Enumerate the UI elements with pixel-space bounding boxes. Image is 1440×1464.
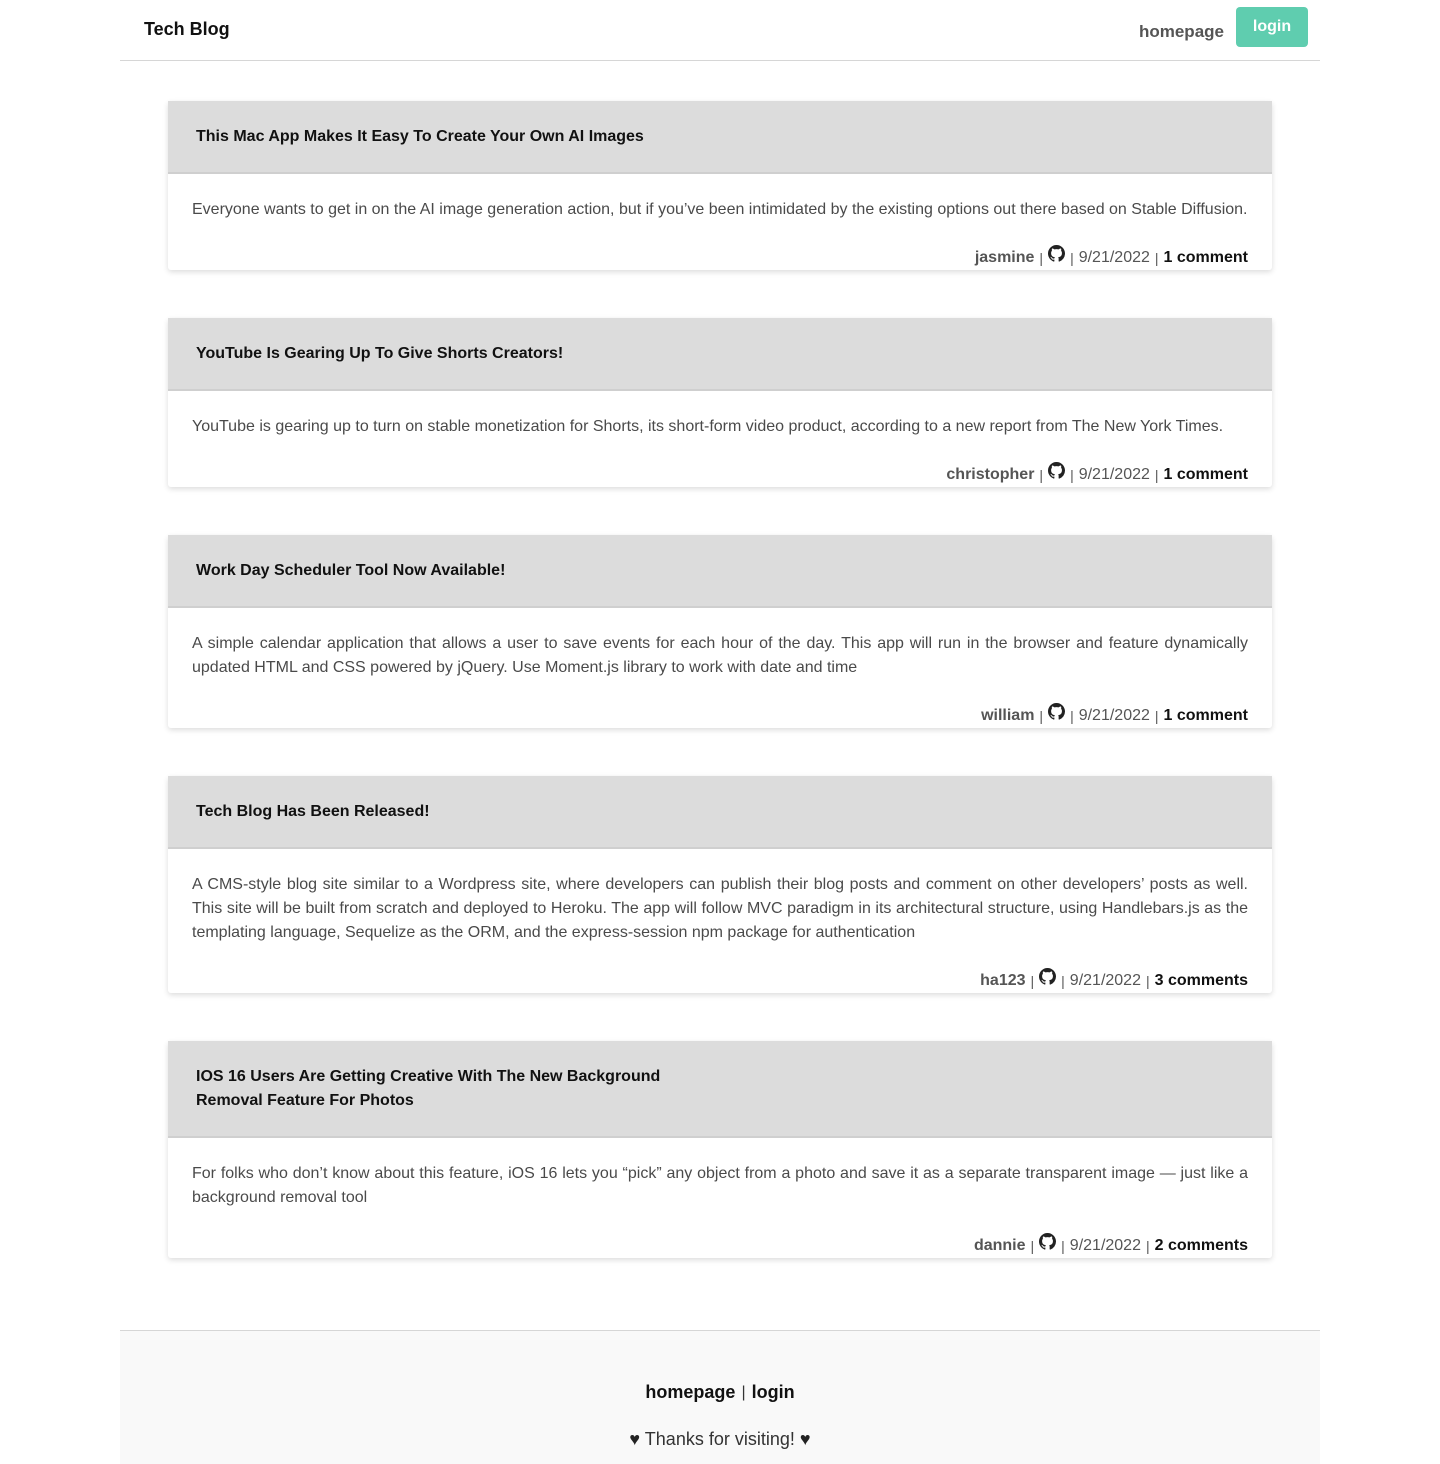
post-comments-link[interactable]: 1 comment [1164, 466, 1248, 484]
post-author[interactable]: dannie [974, 1237, 1026, 1255]
post-date: 9/21/2022 [1069, 1237, 1141, 1254]
meta-separator: | [1030, 973, 1035, 989]
post-comments-link[interactable]: 2 comments [1155, 1237, 1248, 1255]
post-body: Everyone wants to get in on the AI image… [168, 174, 1272, 270]
post-title[interactable]: Tech Blog Has Been Released! [196, 800, 430, 824]
post-date: 9/21/2022 [1069, 972, 1141, 989]
footer-separator: | [741, 1383, 746, 1401]
github-icon[interactable] [1048, 703, 1066, 725]
meta-separator: | [1145, 1238, 1150, 1254]
post-title[interactable]: IOS 16 Users Are Getting Creative With T… [196, 1065, 676, 1113]
post-card[interactable]: YouTube Is Gearing Up To Give Shorts Cre… [168, 318, 1272, 487]
meta-separator: | [1154, 250, 1159, 266]
site-header: Tech Blog homepage login [120, 0, 1320, 61]
github-icon[interactable] [1048, 245, 1066, 267]
post-header: Work Day Scheduler Tool Now Available! [168, 535, 1272, 608]
post-card[interactable]: Work Day Scheduler Tool Now Available! A… [168, 535, 1272, 728]
post-comments-link[interactable]: 3 comments [1155, 972, 1248, 990]
site-footer: homepage | login ♥ Thanks for visiting! … [120, 1330, 1320, 1464]
post-title[interactable]: Work Day Scheduler Tool Now Available! [196, 559, 505, 583]
post-body: A CMS-style blog site similar to a Wordp… [168, 849, 1272, 993]
brand-title[interactable]: Tech Blog [144, 19, 230, 40]
github-icon[interactable] [1039, 968, 1057, 990]
post-header: Tech Blog Has Been Released! [168, 776, 1272, 849]
post-author[interactable]: ha123 [980, 972, 1025, 990]
post-text: YouTube is gearing up to turn on stable … [192, 418, 1224, 435]
post-author[interactable]: christopher [946, 466, 1034, 484]
meta-separator: | [1039, 250, 1044, 266]
post-meta: jasmine | | 9/21/2022 | 1 comment [192, 245, 1248, 270]
post-date: 9/21/2022 [1078, 466, 1150, 483]
post-body: YouTube is gearing up to turn on stable … [168, 391, 1272, 487]
meta-separator: | [1070, 708, 1074, 724]
footer-thanks: ♥ Thanks for visiting! ♥ [120, 1429, 1320, 1450]
meta-separator: | [1061, 1238, 1065, 1254]
heart-icon: ♥ [629, 1429, 641, 1449]
meta-separator: | [1039, 708, 1044, 724]
github-icon[interactable] [1048, 462, 1066, 484]
meta-separator: | [1061, 973, 1065, 989]
page: Tech Blog homepage login This Mac App Ma… [120, 0, 1320, 1464]
meta-separator: | [1030, 1238, 1035, 1254]
post-author[interactable]: jasmine [975, 249, 1035, 267]
github-icon[interactable] [1039, 1233, 1057, 1255]
post-card[interactable]: This Mac App Makes It Easy To Create You… [168, 101, 1272, 270]
post-meta: christopher | | 9/21/2022 | 1 comment [192, 462, 1248, 487]
footer-links: homepage | login [120, 1382, 1320, 1403]
post-comments-link[interactable]: 1 comment [1164, 249, 1248, 267]
post-date: 9/21/2022 [1078, 249, 1150, 266]
post-meta: dannie | | 9/21/2022 | 2 comments [192, 1233, 1248, 1258]
post-card[interactable]: IOS 16 Users Are Getting Creative With T… [168, 1041, 1272, 1258]
post-header: IOS 16 Users Are Getting Creative With T… [168, 1041, 1272, 1138]
post-text: For folks who don’t know about this feat… [192, 1165, 1248, 1206]
post-title[interactable]: This Mac App Makes It Easy To Create You… [196, 125, 644, 149]
post-text: A CMS-style blog site similar to a Wordp… [192, 876, 1248, 941]
post-author[interactable]: william [981, 707, 1034, 725]
meta-separator: | [1154, 467, 1159, 483]
login-button[interactable]: login [1236, 7, 1308, 47]
post-title[interactable]: YouTube Is Gearing Up To Give Shorts Cre… [196, 342, 563, 366]
post-date: 9/21/2022 [1078, 707, 1150, 724]
meta-separator: | [1154, 708, 1159, 724]
post-header: This Mac App Makes It Easy To Create You… [168, 101, 1272, 174]
footer-homepage-link[interactable]: homepage [645, 1382, 735, 1403]
meta-separator: | [1070, 250, 1074, 266]
post-meta: william | | 9/21/2022 | 1 comment [192, 703, 1248, 728]
heart-icon: ♥ [799, 1429, 811, 1449]
post-text: A simple calendar application that allow… [192, 635, 1248, 676]
footer-login-link[interactable]: login [752, 1382, 795, 1403]
top-nav: homepage login [1139, 7, 1308, 47]
meta-separator: | [1039, 467, 1044, 483]
thanks-text: Thanks for visiting! [644, 1429, 795, 1449]
post-card[interactable]: Tech Blog Has Been Released! A CMS-style… [168, 776, 1272, 993]
post-body: For folks who don’t know about this feat… [168, 1138, 1272, 1258]
post-list: This Mac App Makes It Easy To Create You… [120, 61, 1320, 1258]
meta-separator: | [1070, 467, 1074, 483]
meta-separator: | [1145, 973, 1150, 989]
post-comments-link[interactable]: 1 comment [1164, 707, 1248, 725]
post-meta: ha123 | | 9/21/2022 | 3 comments [192, 968, 1248, 993]
nav-homepage-link[interactable]: homepage [1139, 22, 1224, 42]
post-text: Everyone wants to get in on the AI image… [192, 201, 1248, 218]
post-header: YouTube Is Gearing Up To Give Shorts Cre… [168, 318, 1272, 391]
post-body: A simple calendar application that allow… [168, 608, 1272, 728]
